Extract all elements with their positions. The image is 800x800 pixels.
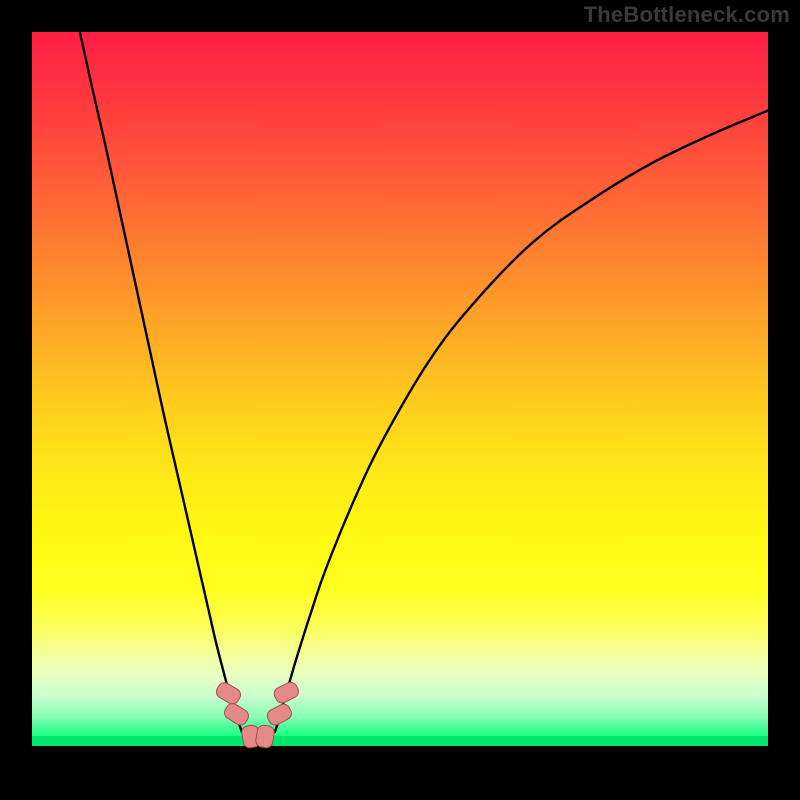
chart-frame: TheBottleneck.com	[0, 0, 800, 800]
data-marker	[254, 724, 276, 750]
gradient-background	[32, 32, 768, 746]
green-baseline-band	[32, 736, 768, 746]
watermark-text: TheBottleneck.com	[584, 2, 790, 28]
plot-area	[32, 32, 768, 746]
